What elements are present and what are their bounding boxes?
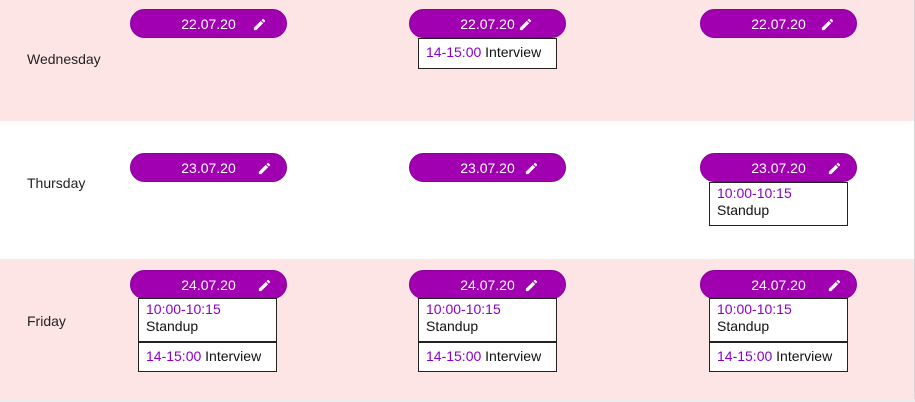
event-time: 10:00-10:15 <box>717 185 792 201</box>
event-card[interactable]: 14-15:00 Interview <box>709 342 848 372</box>
event-time: 14-15:00 <box>717 348 773 364</box>
date-button[interactable]: 22.07.20 <box>130 9 287 38</box>
pencil-icon[interactable] <box>524 161 539 176</box>
event-title: Interview <box>485 348 542 364</box>
event-card[interactable]: 10:00-10:15 Standup <box>418 298 557 342</box>
date-button[interactable]: 22.07.20 <box>409 9 566 38</box>
date-label: 23.07.20 <box>460 160 515 176</box>
event-time: 10:00-10:15 <box>146 301 221 317</box>
date-button[interactable]: 23.07.20 <box>130 153 287 182</box>
date-button[interactable]: 24.07.20 <box>409 270 566 299</box>
event-time: 10:00-10:15 <box>717 301 792 317</box>
event-title: Interview <box>205 348 262 364</box>
event-time: 10:00-10:15 <box>426 301 501 317</box>
event-title: Standup <box>426 318 479 334</box>
event-card[interactable]: 14-15:00 Interview <box>418 342 557 372</box>
day-label-thursday: Thursday <box>27 175 86 191</box>
event-title: Standup <box>717 318 770 334</box>
event-card[interactable]: 10:00-10:15 Standup <box>709 182 848 226</box>
date-label: 22.07.20 <box>460 16 515 32</box>
pencil-icon[interactable] <box>827 278 842 293</box>
date-button[interactable]: 22.07.20 <box>700 9 857 38</box>
pencil-icon[interactable] <box>518 17 533 32</box>
event-card[interactable]: 14-15:00 Interview <box>418 38 557 69</box>
event-title: Interview <box>776 348 833 364</box>
date-button[interactable]: 23.07.20 <box>700 153 857 182</box>
day-label-wednesday: Wednesday <box>27 51 101 67</box>
event-title: Interview <box>485 44 542 60</box>
date-label: 24.07.20 <box>460 277 515 293</box>
date-button[interactable]: 24.07.20 <box>700 270 857 299</box>
date-button[interactable]: 23.07.20 <box>409 153 566 182</box>
pencil-icon[interactable] <box>252 17 267 32</box>
event-title: Standup <box>717 202 770 218</box>
pencil-icon[interactable] <box>524 278 539 293</box>
pencil-icon[interactable] <box>257 161 272 176</box>
date-button[interactable]: 24.07.20 <box>130 270 287 299</box>
event-title: Standup <box>146 318 199 334</box>
event-time: 14-15:00 <box>426 44 482 60</box>
pencil-icon[interactable] <box>820 17 835 32</box>
event-card[interactable]: 10:00-10:15 Standup <box>138 298 277 342</box>
pencil-icon[interactable] <box>827 161 842 176</box>
pencil-icon[interactable] <box>257 278 272 293</box>
day-label-friday: Friday <box>27 313 66 329</box>
event-time: 14-15:00 <box>146 348 202 364</box>
event-card[interactable]: 10:00-10:15 Standup <box>709 298 848 342</box>
event-time: 14-15:00 <box>426 348 482 364</box>
event-card[interactable]: 14-15:00 Interview <box>138 342 277 372</box>
